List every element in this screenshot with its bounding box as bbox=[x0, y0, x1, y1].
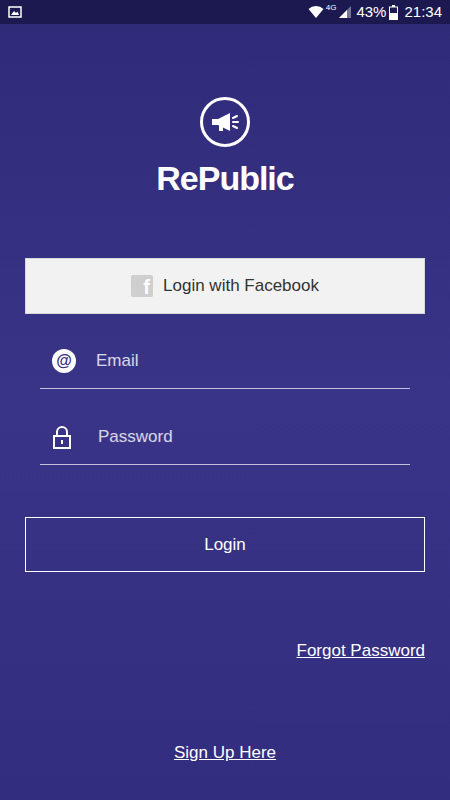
login-label: Login bbox=[204, 532, 246, 558]
login-button[interactable]: Login bbox=[25, 517, 425, 572]
forgot-password-link[interactable]: Forgot Password bbox=[297, 639, 426, 663]
image-icon bbox=[8, 5, 22, 19]
facebook-login-label: Login with Facebook bbox=[163, 273, 319, 299]
login-screen: 4G 43% 21:34 RePublic f Login with Faceb… bbox=[0, 0, 450, 800]
password-input[interactable] bbox=[98, 424, 410, 450]
at-icon: @ bbox=[52, 349, 76, 373]
battery-level: 43% bbox=[356, 3, 386, 21]
clock: 21:34 bbox=[404, 3, 442, 21]
lock-icon bbox=[52, 425, 72, 449]
email-input[interactable] bbox=[96, 348, 410, 374]
facebook-icon: f bbox=[131, 275, 153, 297]
password-field[interactable] bbox=[40, 409, 410, 465]
sign-up-link[interactable]: Sign Up Here bbox=[174, 741, 276, 765]
battery-icon bbox=[389, 5, 398, 20]
status-bar: 4G 43% 21:34 bbox=[0, 0, 450, 24]
email-field[interactable]: @ bbox=[40, 333, 410, 389]
wifi-icon bbox=[308, 5, 324, 19]
signal-icon bbox=[338, 5, 352, 19]
facebook-login-button[interactable]: f Login with Facebook bbox=[25, 258, 425, 314]
megaphone-icon bbox=[200, 97, 250, 147]
network-type: 4G bbox=[326, 3, 337, 13]
logo-text: RePublic bbox=[156, 158, 293, 198]
logo: RePublic bbox=[0, 97, 450, 198]
